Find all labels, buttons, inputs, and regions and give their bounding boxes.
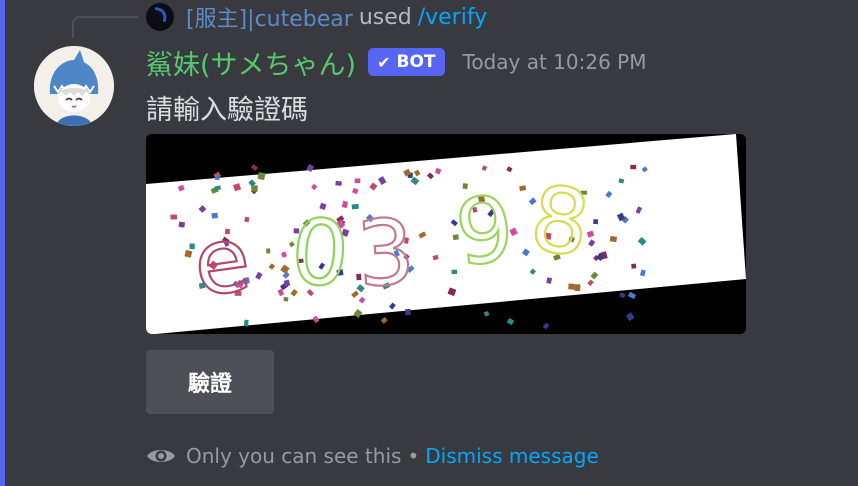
captcha-noise-dot <box>214 174 220 181</box>
captcha-char: 9 <box>451 176 519 286</box>
captcha-noise-dot <box>568 283 575 290</box>
captcha-svg: e0398 <box>146 134 746 334</box>
captcha-noise-dot <box>405 309 411 316</box>
shark-girl-avatar-icon <box>34 46 114 126</box>
verify-button[interactable]: 驗證 <box>146 350 274 414</box>
captcha-noise-dot <box>257 172 266 181</box>
only-you-text: Only you can see this <box>186 444 402 468</box>
eye-icon <box>146 446 176 466</box>
captcha-noise-dot <box>631 263 637 269</box>
captcha-noise-dot <box>609 235 618 243</box>
captcha-noise-dot <box>243 319 249 327</box>
bot-tag-label: BOT <box>396 52 436 72</box>
captcha-noise-dot <box>630 164 637 170</box>
captcha-char: 3 <box>354 199 418 308</box>
captcha-noise-dot <box>244 216 250 223</box>
captcha-noise-dot <box>451 269 458 274</box>
captcha-noise-dot <box>251 185 258 192</box>
captcha-noise-dot <box>354 178 361 184</box>
captcha-char: 0 <box>288 199 352 308</box>
ephemeral-notice: Only you can see this • Dismiss message <box>146 440 599 472</box>
check-icon: ✔ <box>377 52 391 72</box>
message-header: 鯊妹(サメちゃん) ✔ BOT Today at 10:26 PM <box>146 43 647 82</box>
captcha-image[interactable]: e0398 <box>146 134 746 334</box>
captcha-noise-dot <box>266 248 271 254</box>
captcha-noise-dot <box>593 219 599 225</box>
reply-command-name[interactable]: /verify <box>418 5 488 30</box>
captcha-noise-dot <box>574 284 581 292</box>
dismiss-message-link[interactable]: Dismiss message <box>425 444 599 468</box>
message-timestamp[interactable]: Today at 10:26 PM <box>463 50 647 74</box>
author-avatar[interactable] <box>34 46 114 126</box>
captcha-noise-dot <box>178 221 186 228</box>
command-reply-header[interactable]: [服主]|cutebear used /verify <box>146 1 488 33</box>
mention-highlight-bar <box>0 0 5 486</box>
separator-dot: • <box>407 444 420 468</box>
captcha-noise-dot <box>170 214 177 220</box>
message-content: 請輸入驗證碼 <box>146 95 308 126</box>
reply-connector-line <box>72 16 138 38</box>
moon-avatar-icon[interactable] <box>146 3 174 31</box>
reply-used-text: used <box>358 4 412 30</box>
bot-tag: ✔ BOT <box>368 48 445 76</box>
reply-username[interactable]: [服主]|cutebear <box>186 1 353 33</box>
captcha-noise-dot <box>335 180 342 186</box>
author-name[interactable]: 鯊妹(サメちゃん) <box>146 43 356 82</box>
